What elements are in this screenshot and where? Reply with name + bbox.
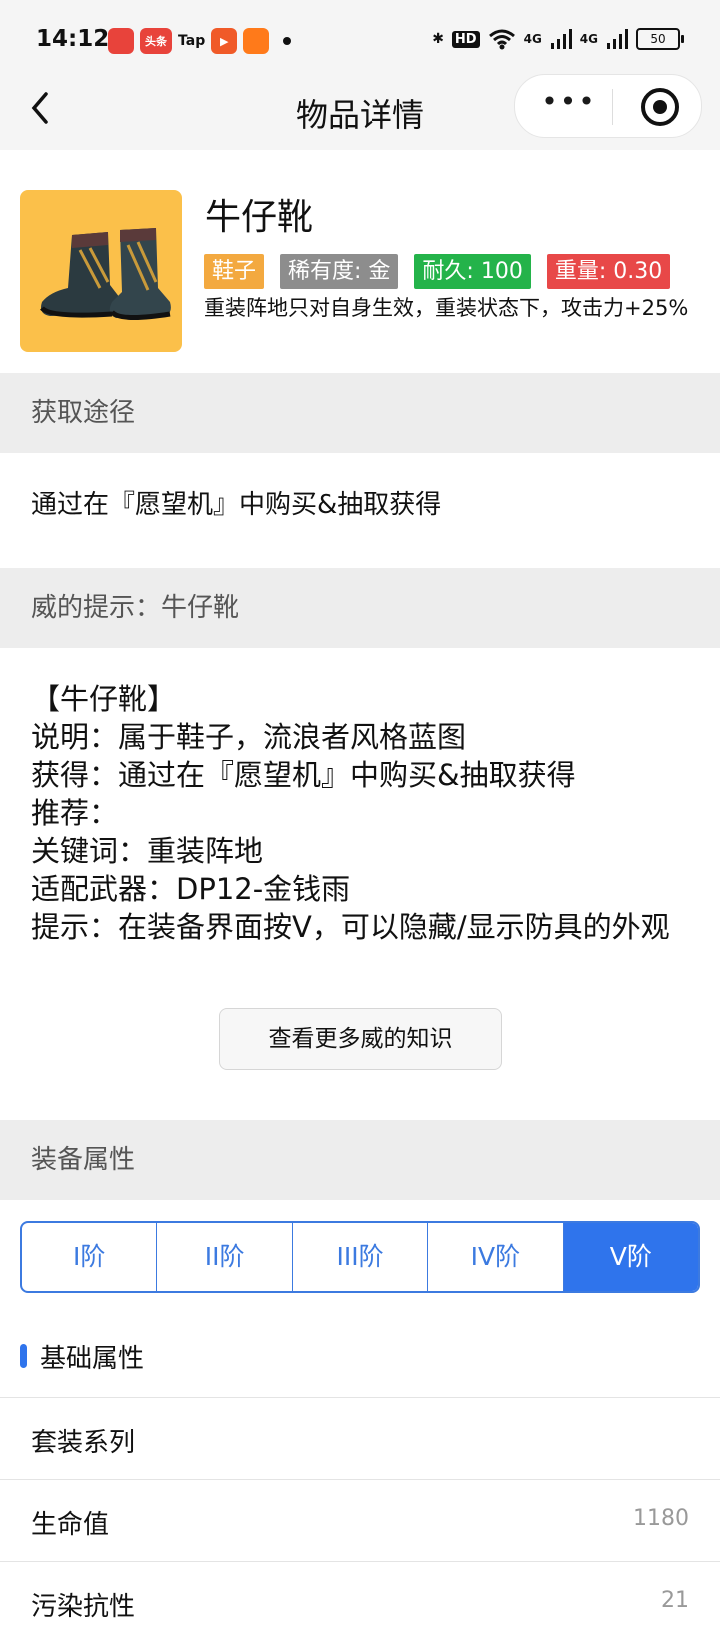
video-app-icon: ▶ xyxy=(211,28,238,54)
hd-icon: HD xyxy=(451,30,480,48)
attr-row: 污染抗性 21 xyxy=(0,1561,720,1643)
more-button[interactable]: ••• xyxy=(539,88,599,121)
title-bar: 物品详情 ••• xyxy=(0,72,720,150)
network-4g-label-2: 4G xyxy=(579,32,598,46)
type-tag: 鞋子 xyxy=(204,254,265,289)
game-app-icon xyxy=(108,28,134,54)
attr-label: 套装系列 xyxy=(31,1428,136,1458)
tab-tier-5[interactable]: V阶 xyxy=(563,1223,698,1291)
signal-icon xyxy=(550,29,572,49)
base-attrs-header: 基础属性 xyxy=(20,1336,144,1376)
tab-tier-1[interactable]: I阶 xyxy=(22,1223,158,1291)
tab-tier-3[interactable]: III阶 xyxy=(293,1223,429,1291)
tab-tier-4[interactable]: IV阶 xyxy=(428,1223,564,1291)
base-attrs-title: 基础属性 xyxy=(40,1343,145,1374)
signal-icon-2 xyxy=(607,29,628,49)
attr-label: 污染抗性 xyxy=(31,1592,136,1622)
tab-tier-2[interactable]: II阶 xyxy=(157,1223,293,1291)
attr-value: 1180 xyxy=(633,1506,689,1531)
more-knowledge-button[interactable]: 查看更多威的知识 xyxy=(219,1008,502,1070)
acquire-section-header: 获取途径 xyxy=(0,373,720,453)
attr-row: 套装系列 xyxy=(0,1397,720,1479)
boots-icon xyxy=(40,228,171,320)
tip-line-hint: 提示：在装备界面按V，可以隐藏/显示防具的外观 xyxy=(31,910,670,944)
tip-line-title: 【牛仔靴】 xyxy=(31,682,177,716)
item-image xyxy=(20,190,182,352)
tips-content: 【牛仔靴】 说明：属于鞋子，流浪者风格蓝图 获得：通过在『愿望机』中购买&抽取获… xyxy=(31,680,691,946)
tip-line-recommend: 推荐： xyxy=(31,796,119,830)
item-name: 牛仔靴 xyxy=(205,197,314,238)
tip-line-weapon: 适配武器：DP12-金钱雨 xyxy=(31,872,351,906)
status-time: 14:12 xyxy=(36,26,110,52)
miniprogram-capsule: ••• xyxy=(514,74,702,138)
status-right: ✱ HD 4G 4G 50 xyxy=(432,28,684,50)
acquire-text: 通过在『愿望机』中购买&抽取获得 xyxy=(31,490,442,520)
rarity-tag: 稀有度: 金 xyxy=(280,254,399,289)
tip-line-keywords: 关键词：重装阵地 xyxy=(31,834,264,868)
durability-tag: 耐久: 100 xyxy=(414,254,531,289)
battery-icon: 50 xyxy=(636,28,684,50)
section-accent-bar xyxy=(20,1344,27,1368)
item-tags: 鞋子 稀有度: 金 耐久: 100 重量: 0.30 xyxy=(204,254,671,289)
capsule-divider xyxy=(612,89,613,125)
attrs-section-header: 装备属性 xyxy=(0,1120,720,1200)
more-notifications-dot-icon xyxy=(283,37,292,45)
close-miniprogram-button[interactable] xyxy=(641,88,679,126)
attr-label: 生命值 xyxy=(31,1510,110,1540)
taptap-app-icon: Tap xyxy=(178,33,206,49)
attr-row: 生命值 1180 xyxy=(0,1479,720,1561)
item-description: 重装阵地只对自身生效，重装状态下，攻击力+25% xyxy=(204,296,689,320)
tier-tabs: I阶 II阶 III阶 IV阶 V阶 xyxy=(20,1221,700,1293)
bluetooth-icon: ✱ xyxy=(432,31,444,47)
orange-app-icon xyxy=(243,28,270,54)
wifi-icon xyxy=(488,29,515,50)
tips-section-header: 威的提示：牛仔靴 xyxy=(0,568,720,648)
network-4g-label-1: 4G xyxy=(523,32,542,46)
notification-icons: 头条 Tap ▶ xyxy=(108,28,292,54)
tip-line-acquire: 获得：通过在『愿望机』中购买&抽取获得 xyxy=(31,758,576,792)
tip-line-description: 说明：属于鞋子，流浪者风格蓝图 xyxy=(31,720,467,754)
attr-value: 21 xyxy=(661,1588,689,1613)
toutiao-app-icon: 头条 xyxy=(140,28,172,54)
weight-tag: 重量: 0.30 xyxy=(546,254,671,289)
